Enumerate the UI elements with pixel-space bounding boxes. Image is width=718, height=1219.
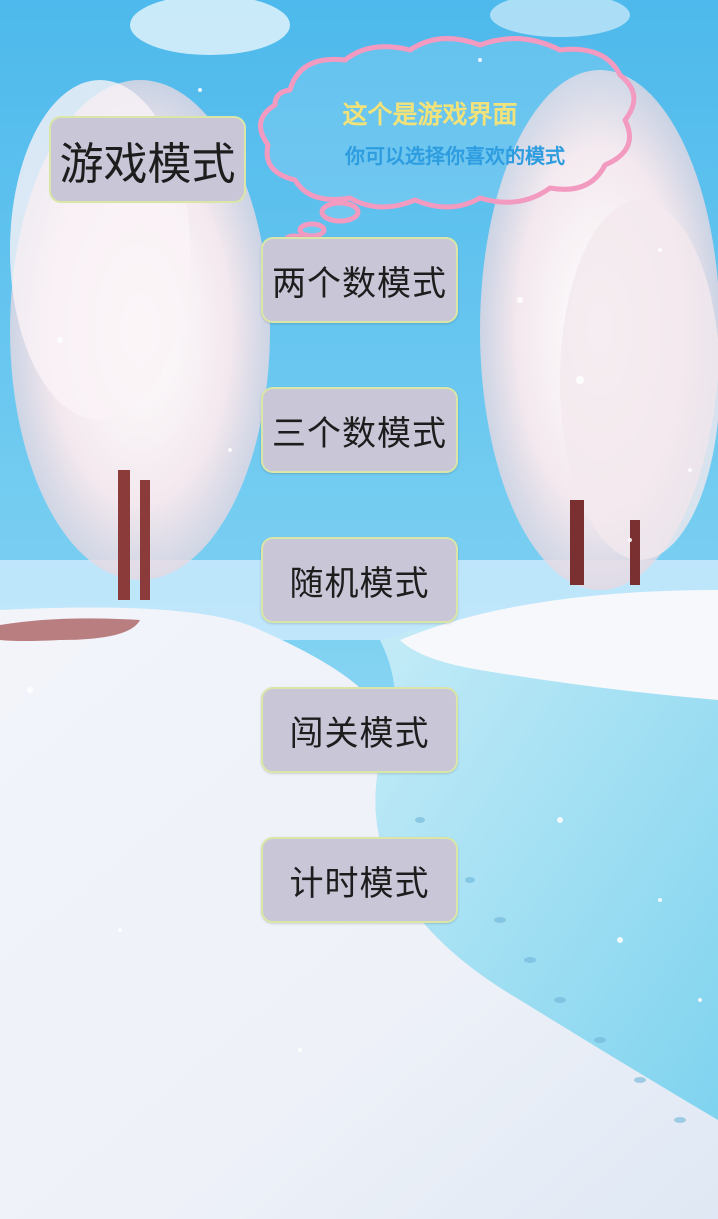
two-number-mode-button[interactable]: 两个数模式 — [261, 237, 458, 323]
page-title: 游戏模式 — [49, 116, 246, 203]
three-number-mode-button[interactable]: 三个数模式 — [261, 387, 458, 473]
random-mode-button[interactable]: 随机模式 — [261, 537, 458, 623]
bubble-line1: 这个是游戏界面 — [342, 100, 518, 129]
bubble-line2: 你可以选择你喜欢的模式 — [345, 144, 565, 168]
timer-mode-button[interactable]: 计时模式 — [261, 837, 458, 923]
level-mode-button[interactable]: 闯关模式 — [261, 687, 458, 773]
